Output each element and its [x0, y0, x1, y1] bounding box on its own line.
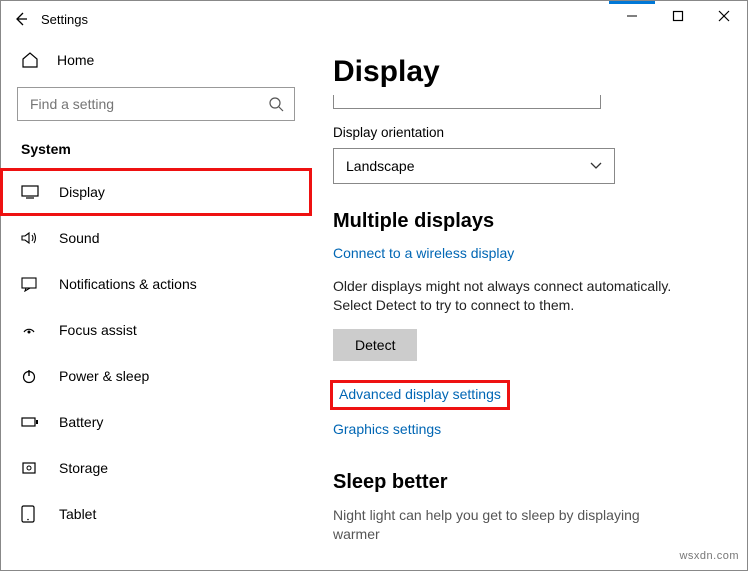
chevron-down-icon: [590, 162, 602, 170]
home-label: Home: [57, 52, 94, 68]
power-icon: [21, 368, 43, 384]
graphics-settings-link[interactable]: Graphics settings: [333, 421, 441, 437]
nav-notifications[interactable]: Notifications & actions: [1, 261, 311, 307]
close-icon: [718, 10, 730, 22]
search-icon: [268, 96, 284, 112]
nav-display[interactable]: Display: [1, 169, 311, 215]
back-button[interactable]: [1, 11, 41, 27]
maximize-icon: [672, 10, 684, 22]
storage-icon: [21, 460, 43, 476]
page-title: Display: [333, 55, 725, 89]
notifications-icon: [21, 276, 43, 292]
nav-label: Display: [59, 184, 105, 200]
home-nav[interactable]: Home: [1, 43, 311, 77]
multiple-displays-heading: Multiple displays: [333, 210, 725, 233]
nav-label: Tablet: [59, 506, 96, 522]
arrow-left-icon: [13, 11, 29, 27]
nav-sound[interactable]: Sound: [1, 215, 311, 261]
connect-wireless-link[interactable]: Connect to a wireless display: [333, 245, 514, 261]
nav-storage[interactable]: Storage: [1, 445, 311, 491]
nav-label: Power & sleep: [59, 368, 149, 384]
sleep-better-text: Night light can help you get to sleep by…: [333, 506, 683, 544]
display-icon: [21, 185, 43, 199]
nav-battery[interactable]: Battery: [1, 399, 311, 445]
tablet-icon: [21, 505, 43, 523]
nav-power-sleep[interactable]: Power & sleep: [1, 353, 311, 399]
nav-label: Notifications & actions: [59, 276, 197, 292]
minimize-icon: [626, 10, 638, 22]
nav-label: Sound: [59, 230, 99, 246]
main-panel: Display Display orientation Landscape Mu…: [311, 37, 747, 570]
close-button[interactable]: [701, 1, 747, 31]
search-box[interactable]: [17, 87, 295, 121]
watermark: wsxdn.com: [679, 550, 739, 562]
detect-button[interactable]: Detect: [333, 329, 417, 361]
sleep-better-heading: Sleep better: [333, 471, 725, 494]
orientation-label: Display orientation: [333, 125, 725, 140]
focus-icon: [21, 322, 43, 338]
minimize-button[interactable]: [609, 1, 655, 31]
scale-slider-stub[interactable]: [333, 95, 601, 109]
category-header: System: [1, 137, 311, 169]
home-icon: [21, 51, 43, 69]
maximize-button[interactable]: [655, 1, 701, 31]
search-input[interactable]: [28, 95, 268, 113]
older-displays-text: Older displays might not always connect …: [333, 277, 683, 315]
orientation-value: Landscape: [346, 158, 415, 174]
nav-tablet[interactable]: Tablet: [1, 491, 311, 537]
nav-label: Storage: [59, 460, 108, 476]
nav-label: Battery: [59, 414, 103, 430]
advanced-display-link[interactable]: Advanced display settings: [339, 386, 501, 402]
orientation-select[interactable]: Landscape: [333, 148, 615, 184]
window-title: Settings: [41, 12, 88, 27]
sound-icon: [21, 231, 43, 245]
battery-icon: [21, 416, 43, 428]
nav-focus-assist[interactable]: Focus assist: [1, 307, 311, 353]
nav-label: Focus assist: [59, 322, 137, 338]
sidebar: Home System Display Sound Notifications …: [1, 37, 311, 570]
